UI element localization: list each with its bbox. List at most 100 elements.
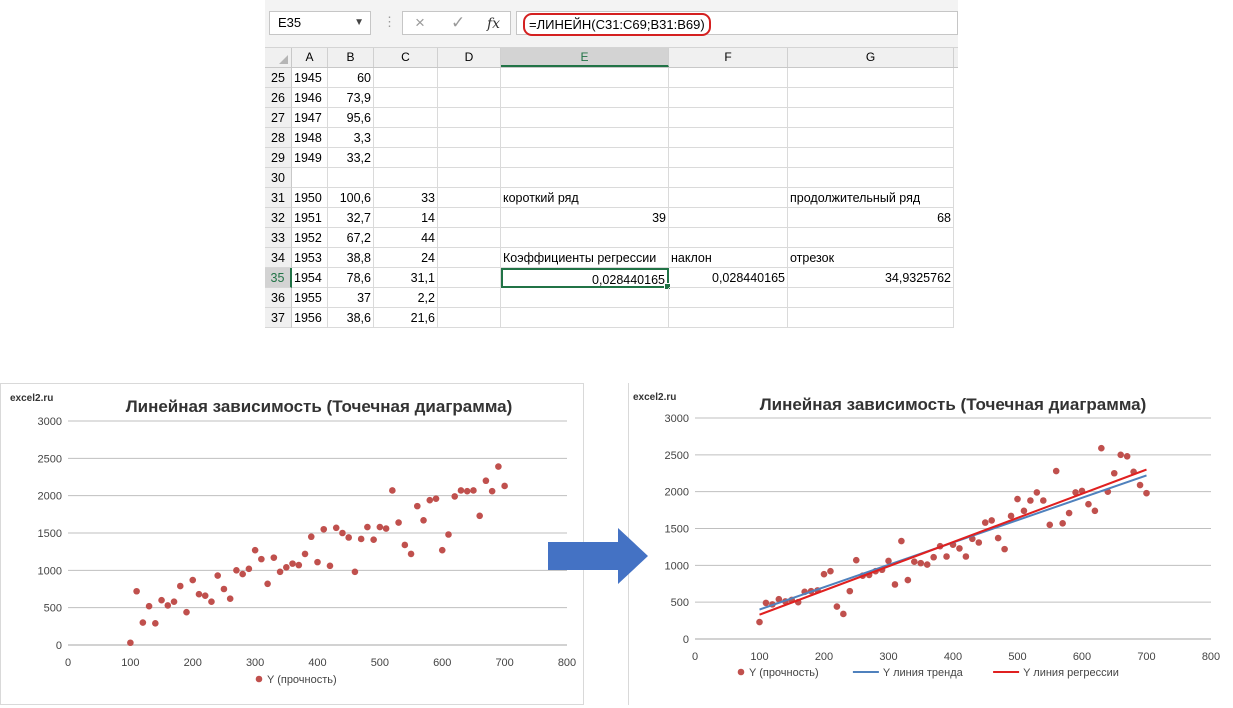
cell-c37[interactable]: 21,6 bbox=[374, 308, 438, 328]
cell-d27[interactable] bbox=[438, 108, 501, 128]
row-header[interactable]: 32 bbox=[265, 208, 292, 228]
cell-c28[interactable] bbox=[374, 128, 438, 148]
cell-e26[interactable] bbox=[501, 88, 669, 108]
cell-e31[interactable]: короткий ряд bbox=[501, 188, 669, 208]
cell-g33[interactable] bbox=[788, 228, 954, 248]
column-header-c[interactable]: C bbox=[374, 48, 438, 67]
cell-c29[interactable] bbox=[374, 148, 438, 168]
cell-e25[interactable] bbox=[501, 68, 669, 88]
cell-g27[interactable] bbox=[788, 108, 954, 128]
cell-c33[interactable]: 44 bbox=[374, 228, 438, 248]
cell-a33[interactable]: 1952 bbox=[292, 228, 328, 248]
row-header[interactable]: 27 bbox=[265, 108, 292, 128]
cell-e37[interactable] bbox=[501, 308, 669, 328]
cell-f28[interactable] bbox=[669, 128, 788, 148]
name-box[interactable]: E35 ▼ bbox=[269, 11, 371, 35]
cell-e32[interactable]: 39 bbox=[501, 208, 669, 228]
column-header-d[interactable]: D bbox=[438, 48, 501, 67]
cell-g28[interactable] bbox=[788, 128, 954, 148]
cell-e34[interactable]: Коэффициенты регрессии bbox=[501, 248, 669, 268]
cell-g34[interactable]: отрезок bbox=[788, 248, 954, 268]
cell-d36[interactable] bbox=[438, 288, 501, 308]
cell-b30[interactable] bbox=[328, 168, 374, 188]
cell-a27[interactable]: 1947 bbox=[292, 108, 328, 128]
cell-f32[interactable] bbox=[669, 208, 788, 228]
column-header-g[interactable]: G bbox=[788, 48, 954, 67]
cell-g37[interactable] bbox=[788, 308, 954, 328]
cell-b32[interactable]: 32,7 bbox=[328, 208, 374, 228]
cell-e29[interactable] bbox=[501, 148, 669, 168]
cell-f27[interactable] bbox=[669, 108, 788, 128]
column-header-a[interactable]: A bbox=[292, 48, 328, 67]
cell-f35[interactable]: 0,028440165 bbox=[669, 268, 788, 288]
formula-input[interactable]: =ЛИНЕЙН(C31:C69;B31:B69) bbox=[516, 11, 958, 36]
row-header[interactable]: 29 bbox=[265, 148, 292, 168]
cell-e30[interactable] bbox=[501, 168, 669, 188]
cell-a25[interactable]: 1945 bbox=[292, 68, 328, 88]
cell-c30[interactable] bbox=[374, 168, 438, 188]
cell-e35[interactable]: 0,028440165 bbox=[501, 268, 671, 290]
cell-a32[interactable]: 1951 bbox=[292, 208, 328, 228]
row-header[interactable]: 35 bbox=[265, 268, 292, 288]
cell-b35[interactable]: 78,6 bbox=[328, 268, 374, 288]
cell-b25[interactable]: 60 bbox=[328, 68, 374, 88]
cell-a26[interactable]: 1946 bbox=[292, 88, 328, 108]
cell-c27[interactable] bbox=[374, 108, 438, 128]
enter-icon[interactable]: ✓ bbox=[451, 13, 465, 33]
cell-e27[interactable] bbox=[501, 108, 669, 128]
cell-d30[interactable] bbox=[438, 168, 501, 188]
cell-f34[interactable]: наклон bbox=[669, 248, 788, 268]
row-header[interactable]: 28 bbox=[265, 128, 292, 148]
cell-b28[interactable]: 3,3 bbox=[328, 128, 374, 148]
cell-b31[interactable]: 100,6 bbox=[328, 188, 374, 208]
cell-g32[interactable]: 68 bbox=[788, 208, 954, 228]
select-all-corner[interactable] bbox=[265, 48, 292, 67]
cell-a34[interactable]: 1953 bbox=[292, 248, 328, 268]
row-header[interactable]: 31 bbox=[265, 188, 292, 208]
cell-a35[interactable]: 1954 bbox=[292, 268, 328, 288]
row-header[interactable]: 34 bbox=[265, 248, 292, 268]
cell-b26[interactable]: 73,9 bbox=[328, 88, 374, 108]
cell-e36[interactable] bbox=[501, 288, 669, 308]
cell-f37[interactable] bbox=[669, 308, 788, 328]
cell-f31[interactable] bbox=[669, 188, 788, 208]
cell-a30[interactable] bbox=[292, 168, 328, 188]
cell-d34[interactable] bbox=[438, 248, 501, 268]
cell-d33[interactable] bbox=[438, 228, 501, 248]
row-header[interactable]: 26 bbox=[265, 88, 292, 108]
chart-before[interactable]: excel2.ru Линейная зависимость (Точечная … bbox=[0, 383, 584, 705]
cancel-icon[interactable]: × bbox=[415, 13, 425, 33]
insert-function-icon[interactable]: fx bbox=[487, 14, 500, 34]
cell-d26[interactable] bbox=[438, 88, 501, 108]
cell-a37[interactable]: 1956 bbox=[292, 308, 328, 328]
chevron-down-icon[interactable]: ▼ bbox=[354, 12, 364, 34]
row-header[interactable]: 36 bbox=[265, 288, 292, 308]
cell-d37[interactable] bbox=[438, 308, 501, 328]
cell-d35[interactable] bbox=[438, 268, 501, 288]
cell-c31[interactable]: 33 bbox=[374, 188, 438, 208]
cell-d31[interactable] bbox=[438, 188, 501, 208]
cell-f33[interactable] bbox=[669, 228, 788, 248]
cell-g25[interactable] bbox=[788, 68, 954, 88]
cell-a36[interactable]: 1955 bbox=[292, 288, 328, 308]
chart-after[interactable]: excel2.ru Линейная зависимость (Точечная … bbox=[628, 383, 1233, 705]
cell-f25[interactable] bbox=[669, 68, 788, 88]
cell-c25[interactable] bbox=[374, 68, 438, 88]
cell-b34[interactable]: 38,8 bbox=[328, 248, 374, 268]
cell-b37[interactable]: 38,6 bbox=[328, 308, 374, 328]
cell-g29[interactable] bbox=[788, 148, 954, 168]
cell-b36[interactable]: 37 bbox=[328, 288, 374, 308]
cell-g30[interactable] bbox=[788, 168, 954, 188]
column-header-e[interactable]: E bbox=[501, 48, 669, 67]
cell-f36[interactable] bbox=[669, 288, 788, 308]
cell-a29[interactable]: 1949 bbox=[292, 148, 328, 168]
cell-b29[interactable]: 33,2 bbox=[328, 148, 374, 168]
cell-d29[interactable] bbox=[438, 148, 501, 168]
column-header-b[interactable]: B bbox=[328, 48, 374, 67]
cell-d28[interactable] bbox=[438, 128, 501, 148]
cell-a28[interactable]: 1948 bbox=[292, 128, 328, 148]
row-header[interactable]: 30 bbox=[265, 168, 292, 188]
cell-g31[interactable]: продолжительный ряд bbox=[788, 188, 954, 208]
cell-g35[interactable]: 34,9325762 bbox=[788, 268, 954, 288]
cell-e33[interactable] bbox=[501, 228, 669, 248]
